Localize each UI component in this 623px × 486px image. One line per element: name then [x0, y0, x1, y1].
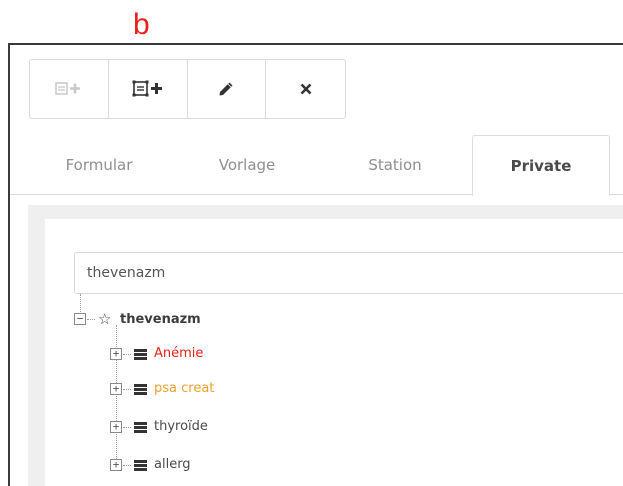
collapse-toggle[interactable]: − — [74, 313, 86, 325]
expand-toggle[interactable]: + — [110, 421, 122, 433]
list-icon — [134, 460, 147, 471]
delete-button[interactable] — [266, 60, 345, 118]
tab-vorlage[interactable]: Vorlage — [188, 135, 306, 195]
add-form-button[interactable] — [30, 60, 109, 118]
toolbar — [29, 59, 346, 119]
tab-formular[interactable]: Formular — [40, 135, 158, 195]
tab-private[interactable]: Private — [472, 135, 610, 196]
expand-toggle[interactable]: + — [110, 348, 122, 360]
list-icon — [134, 384, 147, 395]
tree-node-thyroide[interactable]: thyroïde — [154, 419, 208, 435]
edit-button[interactable] — [188, 60, 267, 118]
tree-node-psa-creat[interactable]: psa creat — [154, 381, 214, 397]
tree-view: − ☆ thevenazm + Anémie + psa creat + thy… — [45, 219, 623, 486]
tab-station[interactable]: Station — [336, 135, 454, 195]
tab-bar: Formular Vorlage Station Private — [10, 135, 623, 196]
list-icon — [134, 349, 147, 360]
editor-window: Formular Vorlage Station Private − ☆ the… — [8, 43, 623, 486]
list-icon — [134, 422, 147, 433]
add-form-icon — [55, 82, 80, 95]
tab-content-panel: − ☆ thevenazm + Anémie + psa creat + — [28, 205, 623, 486]
tree-container: − ☆ thevenazm + Anémie + psa creat + — [45, 219, 623, 486]
add-template-icon — [132, 80, 162, 97]
pencil-icon — [219, 82, 233, 96]
expand-toggle[interactable]: + — [110, 383, 122, 395]
star-icon[interactable]: ☆ — [98, 312, 111, 327]
close-icon — [300, 83, 312, 95]
annotation-b: b — [133, 8, 150, 41]
add-template-button[interactable] — [109, 60, 188, 118]
tree-node-anemie[interactable]: Anémie — [154, 346, 203, 362]
expand-toggle[interactable]: + — [110, 459, 122, 471]
tree-node-allerg[interactable]: allerg — [154, 457, 191, 473]
tree-root-label[interactable]: thevenazm — [120, 312, 201, 328]
